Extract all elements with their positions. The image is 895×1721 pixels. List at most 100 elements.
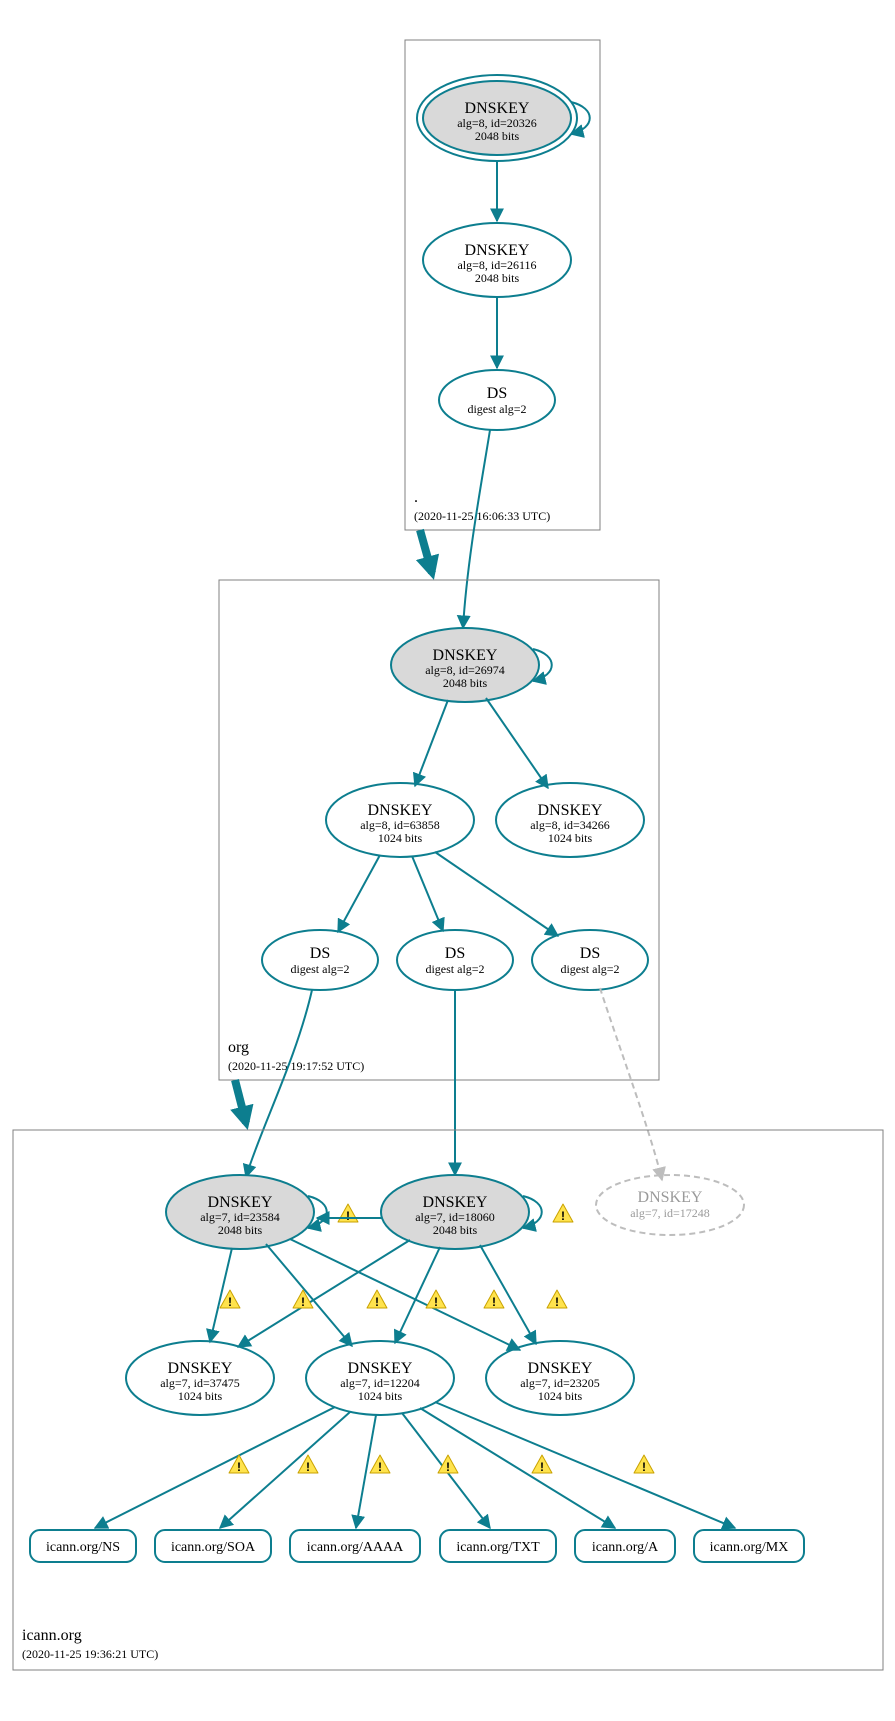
svg-text:icann.org/MX: icann.org/MX bbox=[710, 1540, 789, 1555]
svg-text:DNSKEY: DNSKEY bbox=[368, 802, 433, 819]
warning-icon: ! bbox=[426, 1290, 446, 1309]
node-org-ksk: DNSKEY alg=8, id=26974 2048 bits bbox=[391, 628, 539, 702]
svg-text:2048 bits: 2048 bits bbox=[433, 1223, 478, 1237]
svg-text:1024 bits: 1024 bits bbox=[548, 831, 593, 845]
svg-text:alg=7, id=23205: alg=7, id=23205 bbox=[520, 1376, 600, 1390]
svg-text:alg=7, id=18060: alg=7, id=18060 bbox=[415, 1210, 495, 1224]
edge-org-ds1-to-icann-ksk1 bbox=[246, 990, 312, 1177]
svg-text:alg=7, id=23584: alg=7, id=23584 bbox=[200, 1210, 280, 1224]
svg-text:1024 bits: 1024 bits bbox=[178, 1389, 223, 1403]
svg-text:alg=7, id=37475: alg=7, id=37475 bbox=[160, 1376, 240, 1390]
warning-icon: ! bbox=[367, 1290, 387, 1309]
edge-delegation-root-to-org bbox=[420, 530, 432, 573]
svg-text:alg=8, id=26974: alg=8, id=26974 bbox=[425, 663, 505, 677]
node-icann-ksk2: DNSKEY alg=7, id=18060 2048 bits bbox=[381, 1175, 529, 1249]
svg-text:alg=7, id=17248: alg=7, id=17248 bbox=[630, 1206, 710, 1220]
zone-org-name: org bbox=[228, 1039, 249, 1056]
svg-text:DNSKEY: DNSKEY bbox=[465, 100, 530, 117]
node-org-ds3: DS digest alg=2 bbox=[532, 930, 648, 990]
svg-text:DNSKEY: DNSKEY bbox=[538, 802, 603, 819]
record-mx: icann.org/MX bbox=[694, 1530, 804, 1562]
svg-text:!: ! bbox=[434, 1295, 438, 1309]
svg-text:!: ! bbox=[555, 1295, 559, 1309]
svg-text:icann.org/AAAA: icann.org/AAAA bbox=[307, 1540, 404, 1555]
svg-text:!: ! bbox=[378, 1460, 382, 1474]
svg-text:DNSKEY: DNSKEY bbox=[348, 1360, 413, 1377]
svg-text:DS: DS bbox=[487, 385, 507, 402]
node-icann-kmiss: DNSKEY alg=7, id=17248 bbox=[596, 1175, 744, 1235]
zone-icann-name: icann.org bbox=[22, 1627, 82, 1644]
dnssec-graph: . (2020-11-25 16:06:33 UTC) DNSKEY alg=8… bbox=[0, 0, 895, 1721]
svg-text:!: ! bbox=[306, 1460, 310, 1474]
node-icann-zsk1: DNSKEY alg=7, id=37475 1024 bits bbox=[126, 1341, 274, 1415]
svg-text:alg=8, id=20326: alg=8, id=20326 bbox=[457, 116, 537, 130]
svg-text:!: ! bbox=[237, 1460, 241, 1474]
zone-icann-time: (2020-11-25 19:36:21 UTC) bbox=[22, 1647, 158, 1661]
zone-root-name: . bbox=[414, 489, 418, 506]
svg-text:digest alg=2: digest alg=2 bbox=[290, 962, 349, 976]
svg-text:DS: DS bbox=[445, 945, 465, 962]
node-root-zsk: DNSKEY alg=8, id=26116 2048 bits bbox=[423, 223, 571, 297]
node-org-ds2: DS digest alg=2 bbox=[397, 930, 513, 990]
svg-text:digest alg=2: digest alg=2 bbox=[467, 402, 526, 416]
record-aaaa: icann.org/AAAA bbox=[290, 1530, 420, 1562]
record-txt: icann.org/TXT bbox=[440, 1530, 556, 1562]
svg-text:!: ! bbox=[642, 1460, 646, 1474]
svg-text:DNSKEY: DNSKEY bbox=[168, 1360, 233, 1377]
warning-icon: ! bbox=[298, 1455, 318, 1474]
svg-text:icann.org/A: icann.org/A bbox=[592, 1540, 659, 1555]
node-org-zsk1: DNSKEY alg=8, id=63858 1024 bits bbox=[326, 783, 474, 857]
node-icann-zsk2: DNSKEY alg=7, id=12204 1024 bits bbox=[306, 1341, 454, 1415]
node-org-ds1: DS digest alg=2 bbox=[262, 930, 378, 990]
node-root-ksk: DNSKEY alg=8, id=20326 2048 bits bbox=[417, 75, 577, 161]
edge-org-zsk1-to-ds1 bbox=[338, 855, 380, 932]
warning-icon: ! bbox=[370, 1455, 390, 1474]
node-root-ds: DS digest alg=2 bbox=[439, 370, 555, 430]
svg-text:!: ! bbox=[492, 1295, 496, 1309]
warning-icon: ! bbox=[338, 1204, 358, 1223]
edge-org-ksk-to-zsk1 bbox=[415, 700, 448, 786]
svg-text:DNSKEY: DNSKEY bbox=[528, 1360, 593, 1377]
record-soa: icann.org/SOA bbox=[155, 1530, 271, 1562]
svg-text:2048 bits: 2048 bits bbox=[443, 676, 488, 690]
svg-text:1024 bits: 1024 bits bbox=[358, 1389, 403, 1403]
warning-icon: ! bbox=[484, 1290, 504, 1309]
svg-text:!: ! bbox=[446, 1460, 450, 1474]
svg-text:1024 bits: 1024 bits bbox=[538, 1389, 583, 1403]
svg-text:!: ! bbox=[228, 1295, 232, 1309]
svg-text:alg=8, id=34266: alg=8, id=34266 bbox=[530, 818, 610, 832]
svg-text:2048 bits: 2048 bits bbox=[475, 129, 520, 143]
svg-text:icann.org/TXT: icann.org/TXT bbox=[456, 1540, 540, 1555]
edge-org-zsk1-to-ds3 bbox=[435, 852, 558, 936]
node-org-zsk2: DNSKEY alg=8, id=34266 1024 bits bbox=[496, 783, 644, 857]
svg-text:icann.org/NS: icann.org/NS bbox=[46, 1540, 120, 1555]
edge-root-ds-to-org-ksk bbox=[463, 430, 490, 628]
svg-text:DS: DS bbox=[580, 945, 600, 962]
svg-text:2048 bits: 2048 bits bbox=[475, 271, 520, 285]
record-a: icann.org/A bbox=[575, 1530, 675, 1562]
svg-text:!: ! bbox=[375, 1295, 379, 1309]
svg-text:DNSKEY: DNSKEY bbox=[638, 1189, 703, 1206]
edge-org-zsk1-to-ds2 bbox=[412, 856, 443, 931]
record-ns: icann.org/NS bbox=[30, 1530, 136, 1562]
svg-text:alg=8, id=26116: alg=8, id=26116 bbox=[457, 258, 536, 272]
warning-icon: ! bbox=[634, 1455, 654, 1474]
svg-text:DNSKEY: DNSKEY bbox=[423, 1194, 488, 1211]
svg-text:!: ! bbox=[301, 1295, 305, 1309]
svg-text:digest alg=2: digest alg=2 bbox=[560, 962, 619, 976]
svg-text:DNSKEY: DNSKEY bbox=[433, 647, 498, 664]
node-icann-ksk1: DNSKEY alg=7, id=23584 2048 bits bbox=[166, 1175, 314, 1249]
svg-text:alg=7, id=12204: alg=7, id=12204 bbox=[340, 1376, 420, 1390]
svg-text:digest alg=2: digest alg=2 bbox=[425, 962, 484, 976]
svg-text:icann.org/SOA: icann.org/SOA bbox=[171, 1540, 256, 1555]
zone-root-time: (2020-11-25 16:06:33 UTC) bbox=[414, 509, 550, 523]
warning-icon: ! bbox=[547, 1290, 567, 1309]
edge-zsk2-to-ns bbox=[95, 1407, 335, 1528]
warning-icon: ! bbox=[532, 1455, 552, 1474]
edge-ksk2-to-zsk3 bbox=[480, 1245, 536, 1344]
warning-icon: ! bbox=[220, 1290, 240, 1309]
edge-delegation-org-to-icann bbox=[235, 1080, 246, 1123]
warning-icon: ! bbox=[293, 1290, 313, 1309]
svg-text:!: ! bbox=[540, 1460, 544, 1474]
svg-text:!: ! bbox=[561, 1209, 565, 1223]
